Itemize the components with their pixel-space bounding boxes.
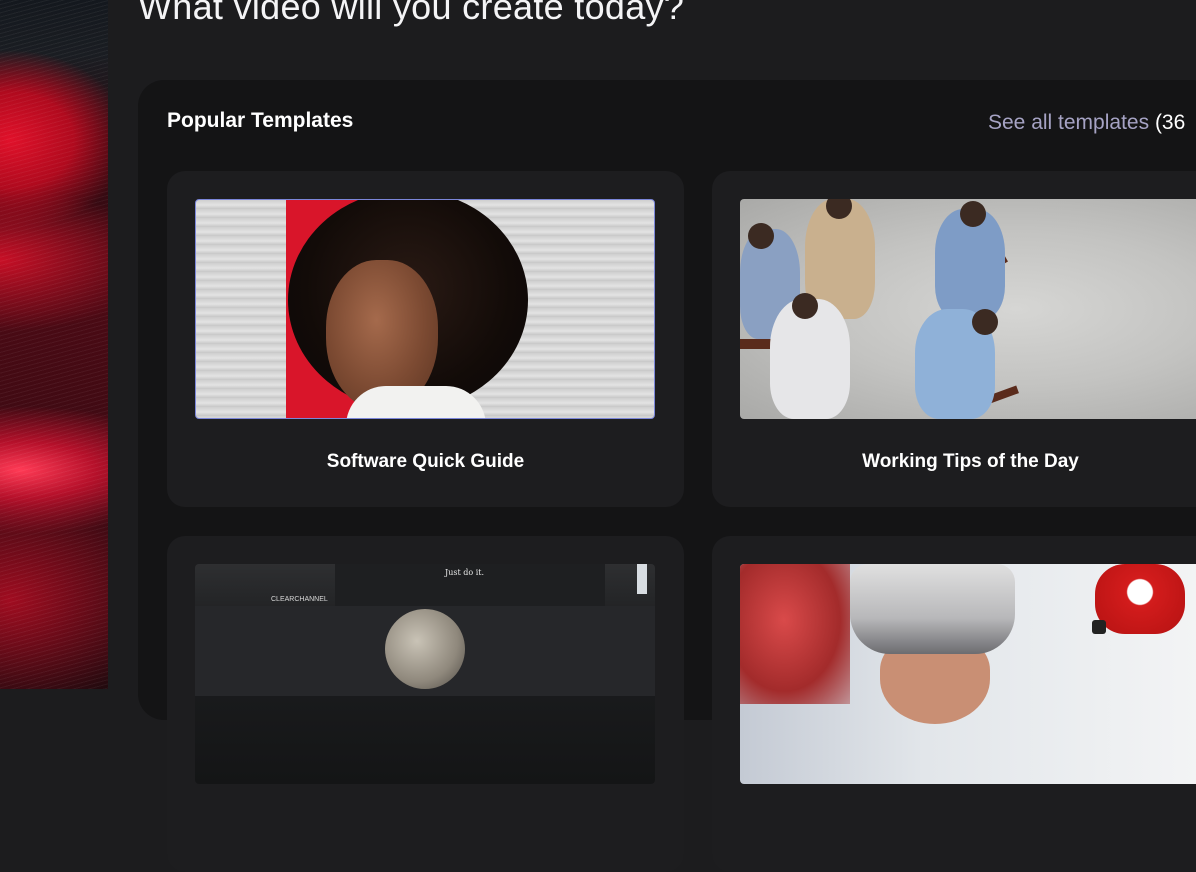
thumbnail-vr-headset <box>850 564 1015 654</box>
thumbnail-portrait <box>385 609 465 689</box>
template-thumbnail <box>740 199 1196 419</box>
see-all-count: (36 <box>1154 111 1186 134</box>
section-title: Popular Templates <box>167 109 354 132</box>
template-title: Software Quick Guide <box>326 451 525 472</box>
thumbnail-red-blur <box>740 564 850 704</box>
template-card-4[interactable] <box>712 536 1196 872</box>
template-card-software-quick-guide[interactable]: Software Quick Guide <box>167 171 684 507</box>
decorative-side-artwork <box>0 0 108 689</box>
thumbnail-camera <box>1092 620 1106 634</box>
thumbnail-head <box>792 293 818 319</box>
thumbnail-head <box>748 223 774 249</box>
billboard-slogan: Just do it. <box>445 568 485 577</box>
template-card-working-tips[interactable]: Working Tips of the Day <box>712 171 1196 507</box>
page-headline: What video will you create today? <box>138 0 685 27</box>
thumbnail-head <box>960 201 986 227</box>
see-all-templates-link[interactable]: See all templates (36 <box>988 111 1185 135</box>
main-content: What video will you create today? Popula… <box>108 0 1196 872</box>
see-all-label: See all templates <box>988 111 1150 134</box>
template-thumbnail: Just do it. CLEARCHANNEL <box>195 564 655 784</box>
template-thumbnail <box>740 564 1196 784</box>
thumbnail-sky <box>637 564 647 594</box>
popular-templates-panel: Popular Templates See all templates (36 … <box>138 80 1196 872</box>
template-card-3[interactable]: Just do it. CLEARCHANNEL <box>167 536 684 872</box>
template-thumbnail <box>195 199 655 419</box>
thumbnail-controller <box>1095 564 1185 634</box>
billboard-owner: CLEARCHANNEL <box>271 596 328 603</box>
thumbnail-coat <box>346 386 486 418</box>
template-title: Working Tips of the Day <box>862 451 1079 472</box>
thumbnail-head <box>972 309 998 335</box>
